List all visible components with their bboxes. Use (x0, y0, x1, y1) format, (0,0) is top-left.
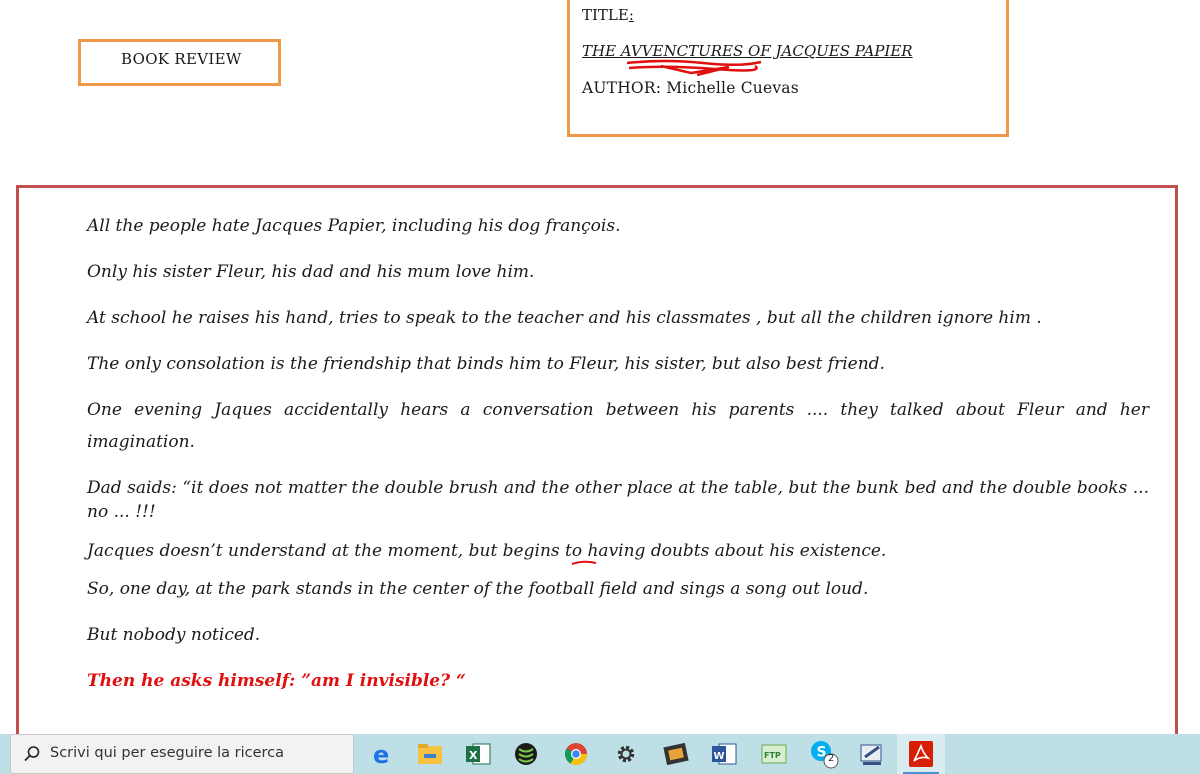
taskbar-search-box[interactable]: Scrivi qui per eseguire la ricerca (10, 734, 354, 774)
review-paragraph: Only his sister Fleur, his dad and his m… (87, 262, 535, 282)
search-placeholder: Scrivi qui per eseguire la ricerca (50, 745, 285, 761)
spellcheck-underline (571, 560, 597, 565)
title-author-box: TITLE: THE AVVENCTURES OF JACQUES PAPIER… (567, 0, 1009, 137)
book-review-label: BOOK REVIEW (121, 50, 242, 68)
book-review-box: BOOK REVIEW (78, 39, 281, 86)
chrome-icon[interactable] (552, 734, 600, 774)
edge-icon[interactable]: e (358, 734, 406, 774)
excel-icon[interactable]: X (454, 734, 502, 774)
file-explorer-icon[interactable] (406, 734, 454, 774)
review-paragraph: The only consolation is the friendship t… (87, 354, 885, 374)
review-paragraph: So, one day, at the park stands in the c… (87, 579, 869, 599)
document-page: BOOK REVIEW TITLE: THE AVVENCTURES OF JA… (0, 0, 1200, 745)
drawing-app-icon[interactable] (848, 734, 896, 774)
review-conclusion: Then he asks himself: ”am I invisible? “ (87, 671, 466, 691)
svg-text:W: W (714, 751, 725, 762)
word-icon[interactable]: W (700, 734, 748, 774)
svg-text:e: e (373, 741, 389, 767)
svg-text:X: X (469, 749, 478, 762)
svg-text:FTP: FTP (764, 751, 781, 760)
review-paragraph: Dad saids: “it does not matter the doubl… (87, 478, 1149, 522)
review-paragraph: But nobody noticed. (87, 625, 261, 645)
author-line: AUTHOR: Michelle Cuevas (582, 79, 799, 97)
media-app-icon[interactable] (502, 734, 550, 774)
search-icon (24, 746, 40, 762)
title-label: TITLE (582, 6, 629, 24)
skype-icon[interactable]: S 2 (800, 734, 848, 774)
skype-badge: 2 (828, 753, 835, 764)
review-paragraph: Jacques doesn’t understand at the moment… (87, 541, 887, 561)
spellcheck-squiggle (626, 59, 762, 77)
settings-icon[interactable] (602, 734, 650, 774)
title-label-line: TITLE: (582, 6, 634, 24)
title-colon: : (628, 6, 634, 24)
acrobat-icon[interactable] (897, 734, 945, 774)
review-paragraph: One evening Jaques accidentally hears a … (87, 400, 1149, 452)
review-paragraph: All the people hate Jacques Papier, incl… (87, 216, 621, 236)
windows-taskbar: Scrivi qui per eseguire la ricerca e X W… (0, 734, 1200, 774)
review-text-box: All the people hate Jacques Papier, incl… (16, 185, 1178, 745)
review-paragraph: At school he raises his hand, tries to s… (87, 308, 1042, 328)
ftp-app-icon[interactable]: FTP (750, 734, 798, 774)
video-app-icon[interactable] (652, 734, 700, 774)
